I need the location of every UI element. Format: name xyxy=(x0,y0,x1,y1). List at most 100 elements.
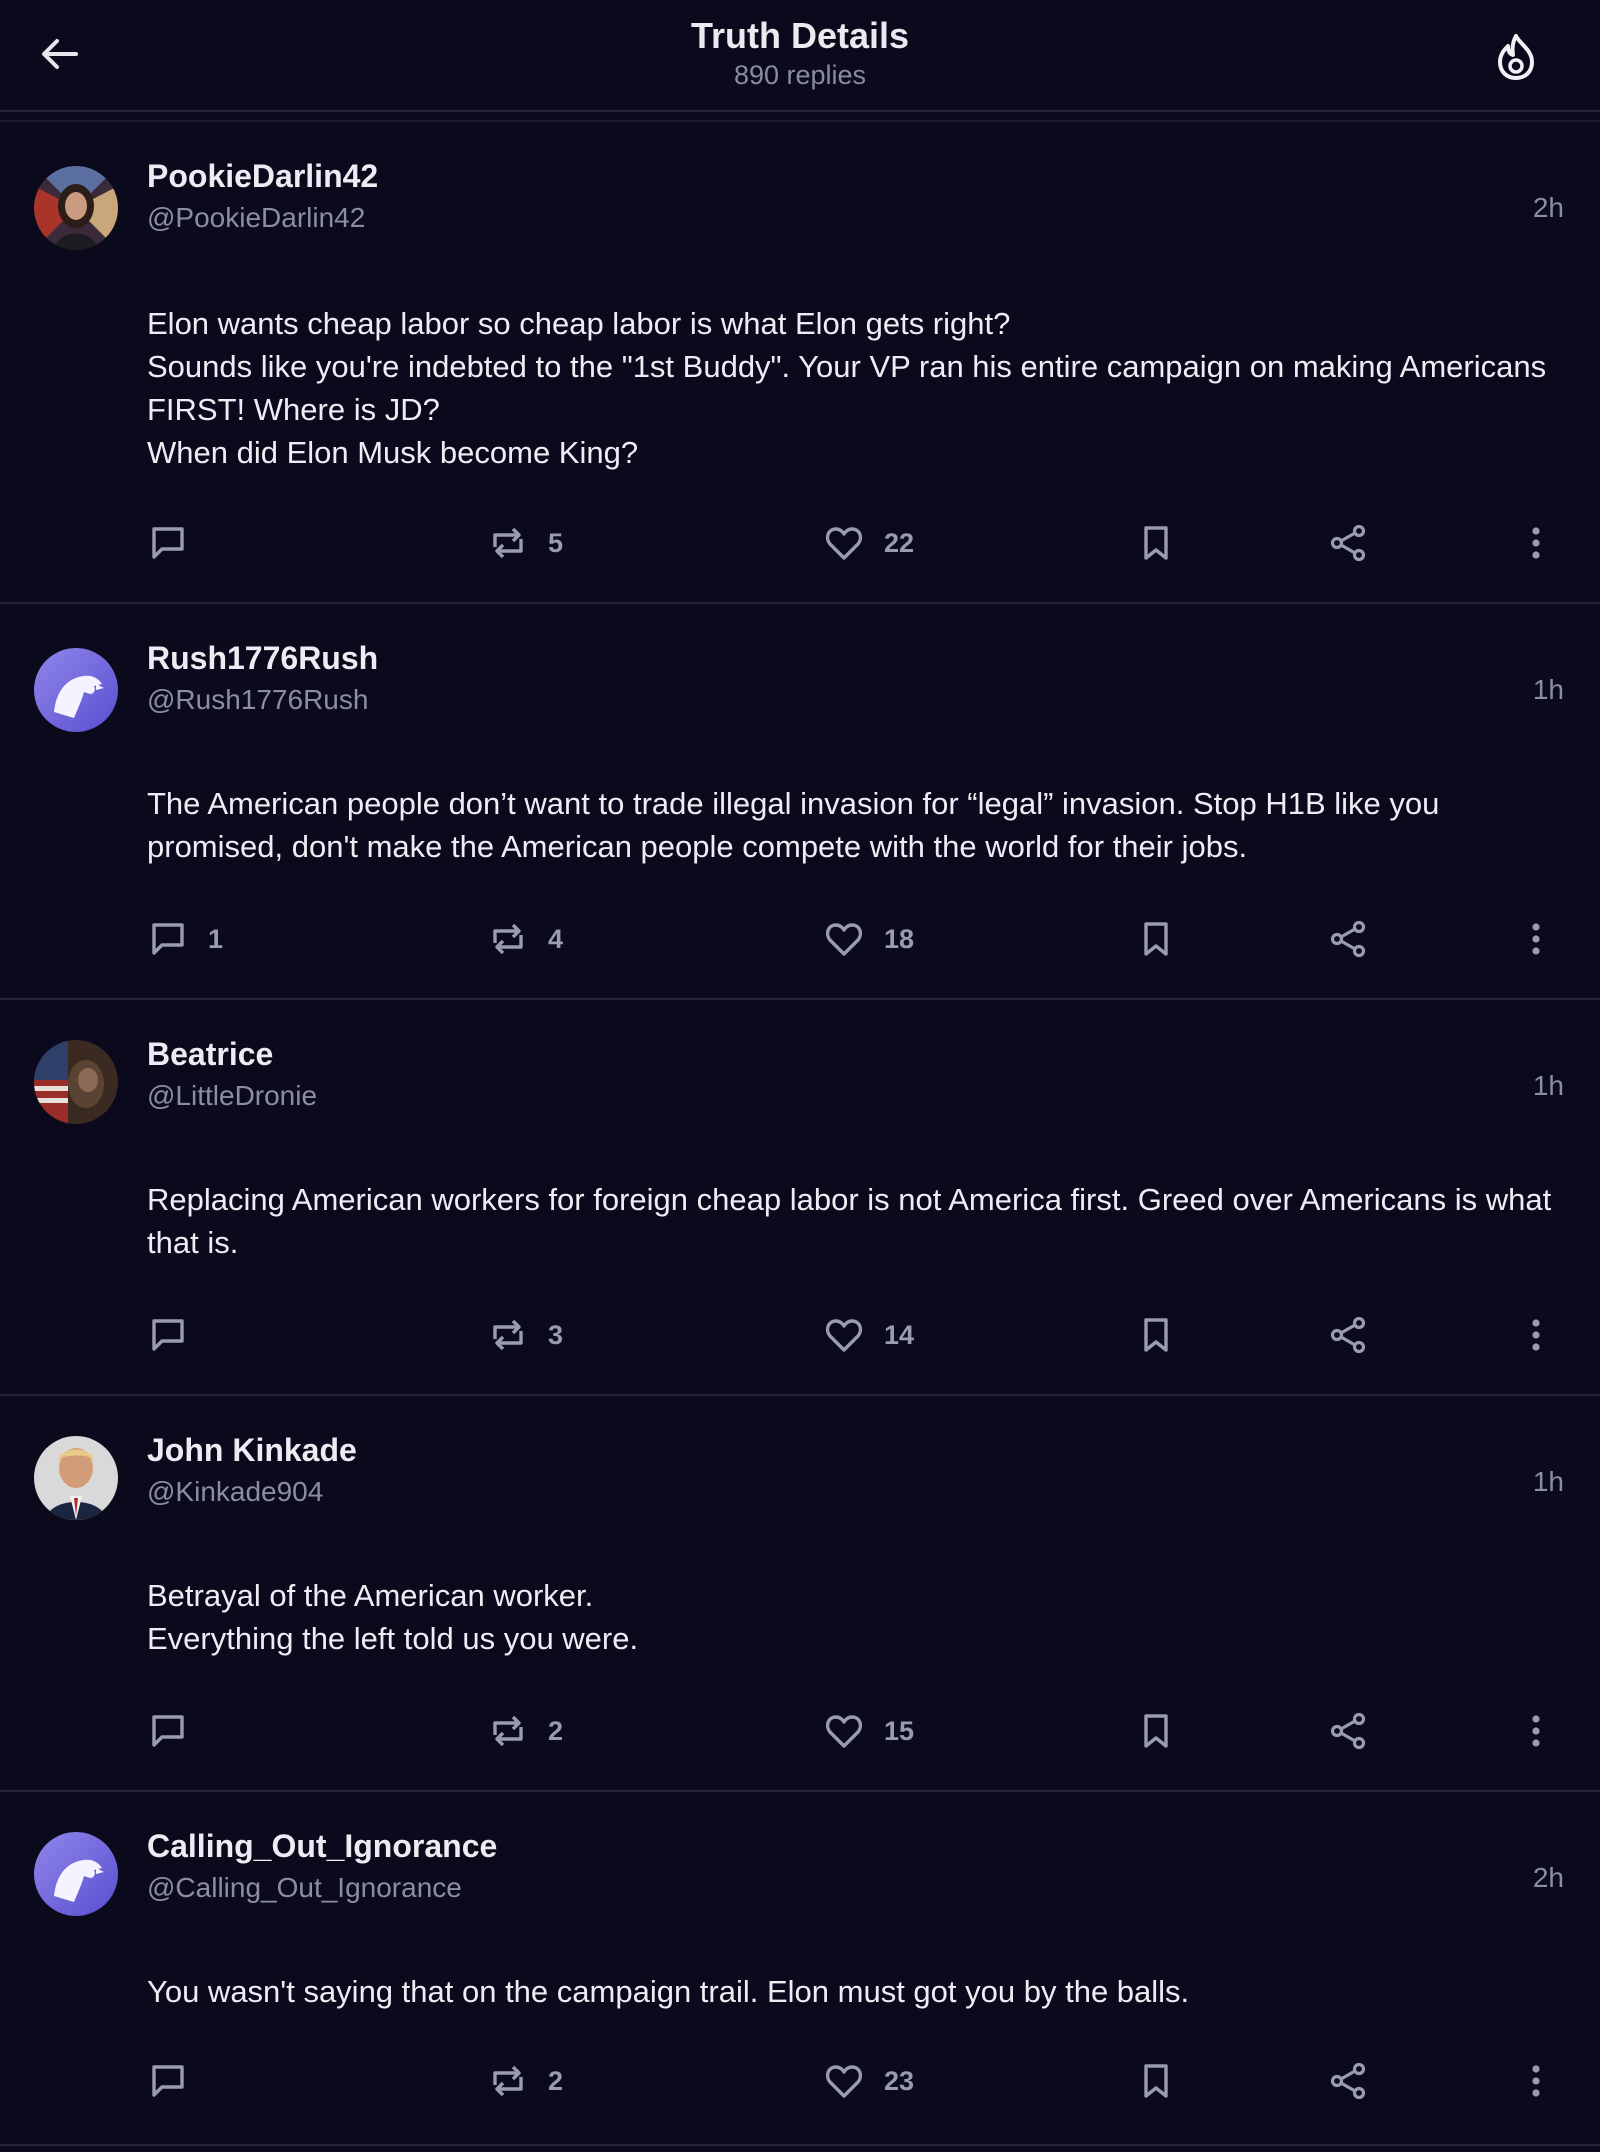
post-actions: 5 22 xyxy=(0,518,1600,568)
timestamp: 2h xyxy=(1532,1862,1564,1893)
post-body: Replacing American workers for foreign c… xyxy=(147,1182,1560,1260)
speech-bubble-icon xyxy=(146,917,190,961)
vertical-ellipsis-icon xyxy=(1514,521,1558,565)
post-body: The American people don’t want to trade … xyxy=(147,786,1449,864)
reply-post: John Kinkade @Kinkade904 1h Betrayal of … xyxy=(0,1396,1600,1792)
page-title: Truth Details xyxy=(690,15,910,56)
bookmark-icon xyxy=(1134,521,1178,565)
reply-button[interactable] xyxy=(146,1706,208,1756)
like-button[interactable]: 18 xyxy=(822,914,914,964)
repost-arrows-icon xyxy=(486,521,530,565)
post-actions: 1 4 18 xyxy=(0,914,1600,964)
share-icon xyxy=(1326,2059,1370,2103)
avatar[interactable] xyxy=(34,1436,118,1520)
like-button[interactable]: 22 xyxy=(822,518,914,568)
reply-post: Rush1776Rush @Rush1776Rush 1h The Americ… xyxy=(0,604,1600,1000)
reply-count: 890 replies xyxy=(733,60,867,90)
bookmark-icon xyxy=(1134,2059,1178,2103)
eagle-avatar xyxy=(34,1832,118,1916)
avatar[interactable] xyxy=(34,648,118,732)
user-handle[interactable]: @Kinkade904 xyxy=(147,1476,323,1508)
vertical-ellipsis-icon xyxy=(1514,1709,1558,1753)
retruth-button[interactable]: 2 xyxy=(486,2056,563,2106)
post-body: Betrayal of the American worker. Everyth… xyxy=(147,1578,639,1656)
speech-bubble-icon xyxy=(146,2059,190,2103)
user-handle[interactable]: @LittleDronie xyxy=(147,1080,317,1112)
timestamp: 1h xyxy=(1532,1466,1564,1497)
share-button[interactable] xyxy=(1326,518,1370,568)
like-button[interactable]: 15 xyxy=(822,1706,914,1756)
vertical-ellipsis-icon xyxy=(1514,1313,1558,1357)
share-button[interactable] xyxy=(1326,2056,1370,2106)
retruth-button[interactable]: 5 xyxy=(486,518,563,568)
more-options-button[interactable] xyxy=(1514,518,1558,568)
timestamp: 1h xyxy=(1532,674,1564,705)
user-handle[interactable]: @Calling_Out_Ignorance xyxy=(147,1872,462,1904)
more-options-button[interactable] xyxy=(1514,1310,1558,1360)
like-count-label: 18 xyxy=(884,923,915,954)
reply-post: PookieDarlin42 @PookieDarlin42 2h Elon w… xyxy=(0,124,1600,604)
vertical-ellipsis-icon xyxy=(1514,2059,1558,2103)
speech-bubble-icon xyxy=(146,1313,190,1357)
bookmark-button[interactable] xyxy=(1134,518,1178,568)
retruth-count-label: 5 xyxy=(548,527,564,558)
heart-icon xyxy=(822,917,866,961)
post-actions: 2 15 xyxy=(0,1706,1600,1756)
post-body: Elon wants cheap labor so cheap labor is… xyxy=(147,306,1547,470)
more-options-button[interactable] xyxy=(1514,2056,1558,2106)
reply-count-label: 1 xyxy=(208,923,224,954)
repost-arrows-icon xyxy=(486,1313,530,1357)
reply-button[interactable] xyxy=(146,1310,208,1360)
eagle-avatar xyxy=(34,648,118,732)
share-button[interactable] xyxy=(1326,914,1370,964)
reply-button[interactable] xyxy=(146,518,208,568)
timestamp: 1h xyxy=(1532,1070,1564,1101)
retruth-count-label: 4 xyxy=(548,923,564,954)
share-button[interactable] xyxy=(1326,1706,1370,1756)
header-title-block: Truth Details 890 replies xyxy=(0,14,1600,92)
like-count-label: 14 xyxy=(884,1319,915,1350)
heart-icon xyxy=(822,521,866,565)
reply-button[interactable]: 1 xyxy=(146,914,223,964)
retruth-button[interactable]: 2 xyxy=(486,1706,563,1756)
repost-arrows-icon xyxy=(486,2059,530,2103)
share-button[interactable] xyxy=(1326,1310,1370,1360)
reply-button[interactable] xyxy=(146,2056,208,2106)
retruth-button[interactable]: 3 xyxy=(486,1310,563,1360)
bookmark-button[interactable] xyxy=(1134,1706,1178,1756)
avatar[interactable] xyxy=(34,1040,118,1124)
display-name[interactable]: Beatrice xyxy=(147,1036,273,1073)
display-name[interactable]: PookieDarlin42 xyxy=(147,158,378,195)
like-button[interactable]: 23 xyxy=(822,2056,914,2106)
avatar[interactable] xyxy=(34,1832,118,1916)
bookmark-icon xyxy=(1134,1709,1178,1753)
retruth-count-label: 3 xyxy=(548,1319,564,1350)
reply-post: Calling_Out_Ignorance @Calling_Out_Ignor… xyxy=(0,1792,1600,2146)
heart-icon xyxy=(822,1709,866,1753)
share-icon xyxy=(1326,917,1370,961)
like-button[interactable]: 14 xyxy=(822,1310,914,1360)
share-icon xyxy=(1326,521,1370,565)
bookmark-button[interactable] xyxy=(1134,2056,1178,2106)
top-bar: Truth Details 890 replies xyxy=(0,0,1600,122)
like-count-label: 22 xyxy=(884,527,915,558)
post-actions: 3 14 xyxy=(0,1310,1600,1360)
reply-post: Beatrice @LittleDronie 1h Replacing Amer… xyxy=(0,1000,1600,1396)
more-options-button[interactable] xyxy=(1514,1706,1558,1756)
speech-bubble-icon xyxy=(146,521,190,565)
display-name[interactable]: Rush1776Rush xyxy=(147,640,378,677)
user-handle[interactable]: @PookieDarlin42 xyxy=(147,202,365,234)
fire-button[interactable] xyxy=(1492,30,1540,82)
user-handle[interactable]: @Rush1776Rush xyxy=(147,684,368,716)
display-name[interactable]: Calling_Out_Ignorance xyxy=(147,1828,497,1865)
more-options-button[interactable] xyxy=(1514,914,1558,964)
repost-arrows-icon xyxy=(486,1709,530,1753)
like-count-label: 15 xyxy=(884,1715,915,1746)
retruth-button[interactable]: 4 xyxy=(486,914,563,964)
bookmark-button[interactable] xyxy=(1134,914,1178,964)
vertical-ellipsis-icon xyxy=(1514,917,1558,961)
avatar[interactable] xyxy=(34,166,118,250)
display-name[interactable]: John Kinkade xyxy=(147,1432,357,1469)
bookmark-button[interactable] xyxy=(1134,1310,1178,1360)
post-actions: 2 23 xyxy=(0,2056,1600,2106)
